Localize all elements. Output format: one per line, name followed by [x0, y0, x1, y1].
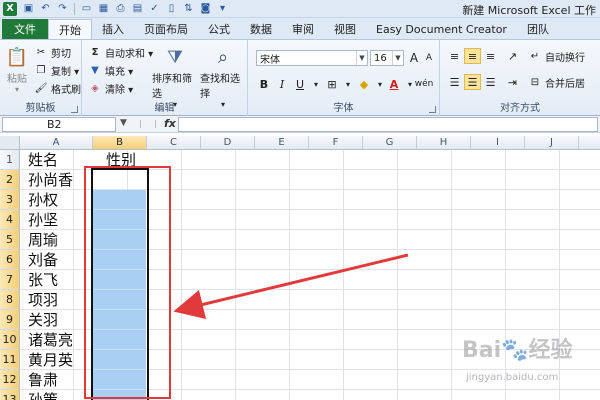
annotation-arrow-line	[173, 253, 409, 320]
baidu-watermark-url: jingyan.baidu.com	[466, 372, 559, 383]
baidu-watermark-logo: Bai🐾经验	[462, 338, 573, 363]
